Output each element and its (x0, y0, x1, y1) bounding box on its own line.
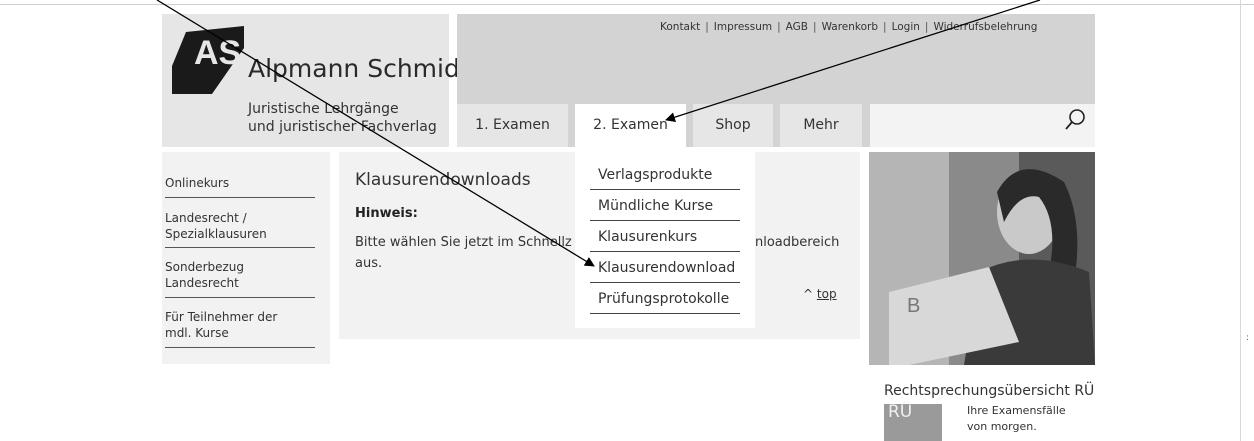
tab-1-examen[interactable]: 1. Examen (457, 104, 568, 147)
sidebar-item-label: Landesrecht / (165, 211, 247, 225)
top-links: Kontakt | Impressum | AGB | Warenkorb | Login | Wi… (660, 21, 1037, 33)
menu-item-klausurenkurs[interactable]: Klausurenkurs (598, 229, 697, 245)
menu-item-pruefungsprotokolle[interactable]: Prüfungsprotokolle (598, 291, 729, 307)
rue-magazine-cover[interactable]: RÜ (884, 402, 942, 441)
divider (165, 347, 315, 348)
divider (590, 282, 740, 283)
separator: | (777, 21, 781, 33)
sidebar-item-label: Spezialklausuren (165, 227, 267, 241)
caret-up-icon: ^ (803, 287, 814, 301)
divider (165, 297, 315, 298)
toplink-kontakt[interactable]: Kontakt (660, 21, 700, 33)
menu-item-muendliche-kurse[interactable]: Mündliche Kurse (598, 198, 713, 214)
divider (165, 247, 315, 248)
separator: | (883, 21, 887, 33)
page-title: Klausurendownloads (355, 170, 531, 190)
search-input[interactable] (870, 104, 1095, 147)
sidebar-item-label: Landesrecht (165, 276, 239, 290)
brand-name: Alpmann Schmidt (248, 54, 470, 83)
sidebar-item-label: Für Teilnehmer der (165, 310, 278, 324)
divider (165, 197, 315, 198)
svg-text:B: B (907, 295, 920, 317)
menu-item-verlagsprodukte[interactable]: Verlagsprodukte (598, 167, 712, 183)
tab-2-examen[interactable]: 2. Examen (575, 104, 686, 147)
hint-label: Hinweis: (355, 206, 418, 221)
separator: | (924, 21, 929, 33)
divider (590, 189, 740, 190)
toplink-widerrufsbelehrung[interactable]: Widerrufsbelehrung (933, 21, 1037, 33)
sidebar-item-label: mdl. Kurse (165, 326, 229, 340)
logo-text: AS (194, 34, 241, 72)
hint-text-line-2: aus. (355, 256, 383, 271)
tagline-line-1: Juristische Lehrgänge (248, 101, 399, 117)
toplink-agb[interactable]: AGB (786, 21, 808, 33)
rue-promo-title[interactable]: Rechtsprechungsübersicht RÜ (884, 383, 1094, 399)
photo-woman-reading-icon: B (869, 152, 1095, 365)
rue-text-line-1: Ihre Examensfälle (967, 404, 1066, 417)
back-to-top-link[interactable]: ^ top (803, 287, 837, 301)
divider (590, 220, 740, 221)
sidebar-item-landesrecht[interactable]: Landesrecht / Spezialklausuren (165, 210, 267, 242)
tab-mehr[interactable]: Mehr (780, 104, 862, 147)
top-link-text[interactable]: top (817, 287, 837, 301)
tab-shop[interactable]: Shop (693, 104, 773, 147)
rue-text-line-2: von morgen. (967, 420, 1037, 433)
sidebar-item-onlinekurs[interactable]: Onlinekurs (165, 175, 229, 191)
logo-area[interactable]: AS Alpmann Schmidt Juristische Lehrgänge… (162, 14, 470, 147)
menu-item-klausurendownload[interactable]: Klausurendownload (598, 260, 735, 276)
as-logo-icon: AS (172, 26, 244, 94)
hint-text-line-1: Bitte wählen Sie jetzt im Schnellz (355, 235, 572, 250)
brand-tagline: Juristische Lehrgänge und juristischer F… (248, 100, 437, 136)
toplink-warenkorb[interactable]: Warenkorb (822, 21, 878, 33)
sidebar-item-label: Onlinekurs (165, 176, 230, 190)
search-icon[interactable] (1064, 108, 1086, 132)
divider (590, 313, 740, 314)
divider (590, 251, 740, 252)
browser-top-border (0, 0, 1254, 5)
promo-photo[interactable]: B (869, 152, 1095, 365)
hint-text-tail: nloadbereich (755, 235, 840, 250)
tagline-line-2: und juristischer Fachverlag (248, 119, 437, 135)
rue-promo-text: Ihre Examensfälle von morgen. (967, 403, 1066, 435)
rue-cover-label: RÜ (888, 402, 913, 422)
scrollbar-grip[interactable]: : (1246, 333, 1249, 343)
separator: | (813, 21, 817, 33)
sidebar-item-sonderbezug[interactable]: Sonderbezug Landesrecht (165, 259, 244, 291)
separator: | (705, 21, 709, 33)
toplink-impressum[interactable]: Impressum (714, 21, 772, 33)
toplink-login[interactable]: Login (892, 21, 920, 33)
sidebar-item-teilnehmer[interactable]: Für Teilnehmer der mdl. Kurse (165, 309, 277, 341)
sidebar-item-label: Sonderbezug (165, 260, 245, 274)
scrollbar-track[interactable] (1240, 0, 1241, 441)
